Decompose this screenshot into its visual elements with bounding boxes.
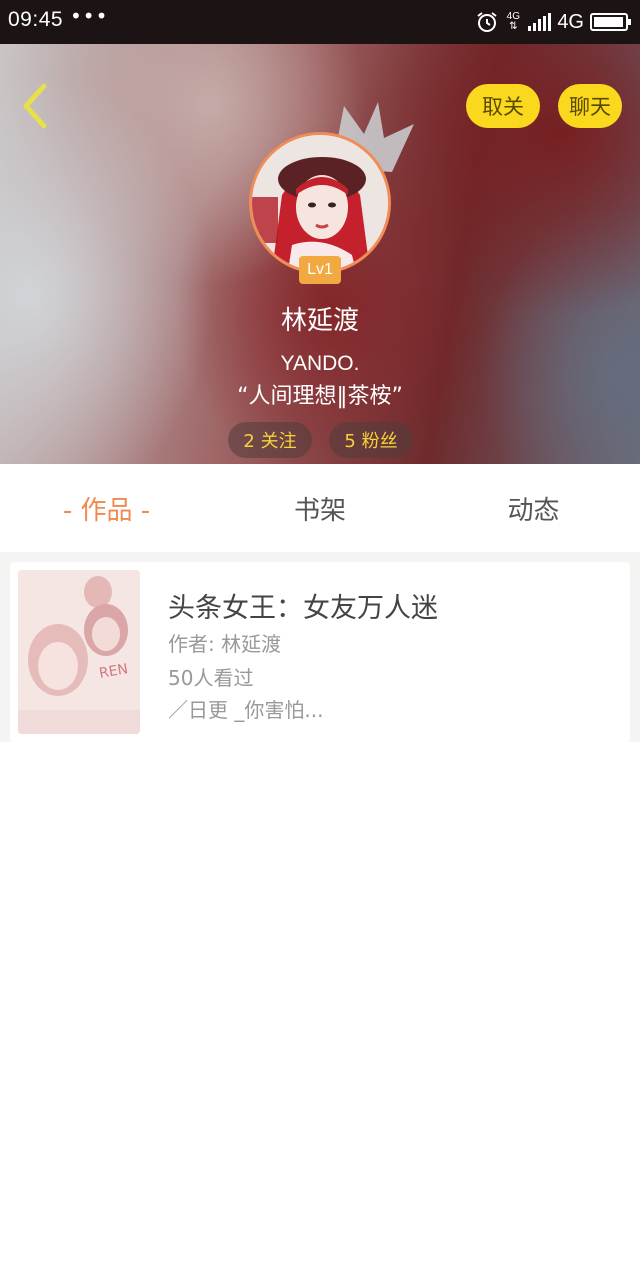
avatar-image [252,135,388,271]
battery-icon [590,13,631,31]
unfollow-button[interactable]: 取关 [466,84,540,128]
avatar[interactable] [249,132,391,274]
alarm-icon [477,12,497,32]
tab-activity[interactable]: 动态 [427,464,640,552]
avatar-container[interactable] [249,132,391,274]
book-card[interactable]: REN 头条女王：女友万人迷 作者: 林延渡 50人看过 ／日更 _你害怕... [10,562,630,742]
chevron-left-icon [23,83,47,129]
status-dots: ••• [70,4,109,28]
tab-works[interactable]: - 作品 - [0,464,213,552]
status-bar: 09:45 ••• 4G ⇅ 4G [0,0,640,44]
book-description: ／日更 _你害怕... [168,698,324,722]
data-arrows-icon: ⇅ [509,21,518,32]
status-time: 09:45 [8,8,64,31]
bio-line-1: YANDO. [280,352,360,375]
profile-header: 取关 聊天 Lv1 林延渡 YANDO. “人间理想‖茶桉” 2 关注 5 粉丝 [0,44,640,464]
book-views: 50人看过 [168,666,254,690]
tab-bookshelf[interactable]: 书架 [213,464,427,552]
network-type: 4G [557,10,584,33]
book-cover-image: REN [18,570,140,734]
status-icons: 4G ⇅ 4G [475,6,632,38]
works-list: REN 头条女王：女友万人迷 作者: 林延渡 50人看过 ／日更 _你害怕... [0,552,640,742]
book-cover[interactable]: REN [18,570,140,734]
level-badge: Lv1 [299,256,341,284]
profile-tabs: - 作品 - 书架 动态 [0,464,640,552]
following-count[interactable]: 2 关注 [228,422,312,458]
signal-icon [528,13,552,31]
bio-line-2: “人间理想‖茶桉” [237,384,403,409]
fans-count[interactable]: 5 粉丝 [329,422,413,458]
chat-button[interactable]: 聊天 [558,84,622,128]
book-author: 作者: 林延渡 [168,632,282,656]
data-indicator: 4G ⇅ [505,12,521,32]
back-button[interactable] [16,80,56,132]
book-title: 头条女王：女友万人迷 [168,593,438,624]
username: 林延渡 [280,306,359,336]
